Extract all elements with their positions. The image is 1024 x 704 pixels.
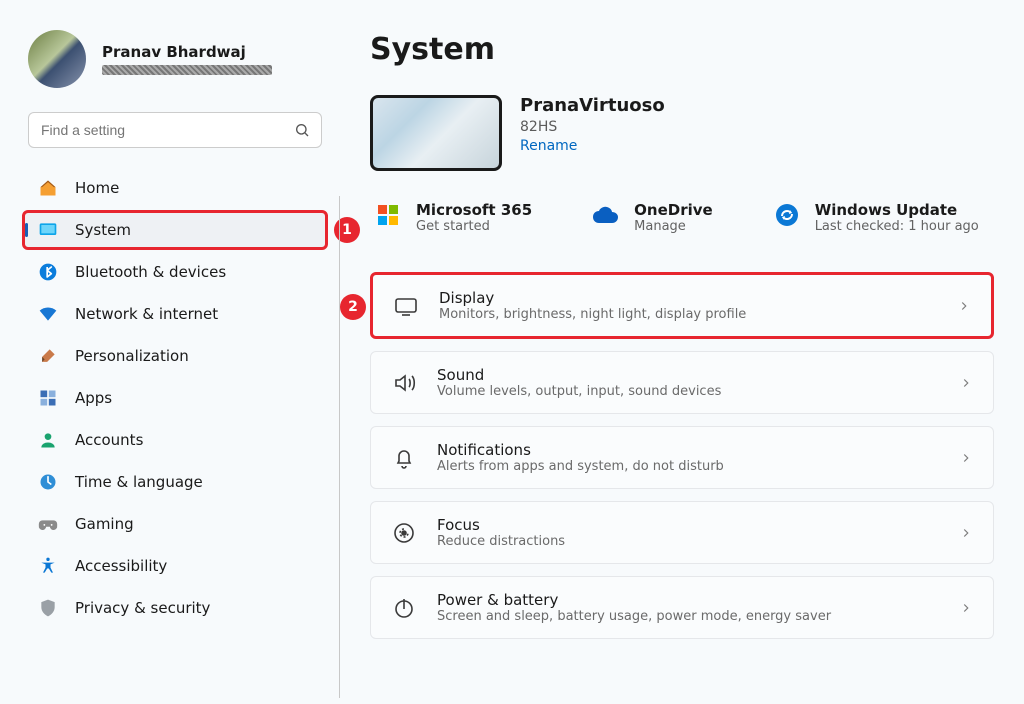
person-icon [37,429,59,451]
chevron-right-icon [959,601,973,615]
device-thumbnail [370,95,502,171]
bluetooth-icon [37,261,59,283]
sidebar-item-label: Accessibility [75,557,167,575]
annotation-badge-2: 2 [340,294,366,320]
summary-sub: Get started [416,219,532,234]
summary-title: OneDrive [634,201,713,219]
sidebar-item-network[interactable]: Network & internet [22,294,328,334]
summary-m365[interactable]: Microsoft 365 Get started [374,201,532,234]
sidebar-item-label: Privacy & security [75,599,210,617]
bell-icon [391,445,417,471]
card-display[interactable]: Display Monitors, brightness, night ligh… [370,272,994,339]
chevron-right-icon [957,299,971,313]
windows-update-icon [773,201,801,229]
device-info: PranaVirtuoso 82HS Rename [370,95,994,171]
sidebar-item-system[interactable]: System [22,210,328,250]
device-model: 82HS [520,119,665,135]
user-email-redacted [102,65,272,75]
sidebar-item-personalization[interactable]: Personalization [22,336,328,376]
user-profile[interactable]: Pranav Bhardwaj [22,24,328,112]
card-sub: Monitors, brightness, night light, displ… [439,307,937,322]
display-icon [393,293,419,319]
clock-globe-icon [37,471,59,493]
focus-icon [391,520,417,546]
sidebar-item-label: Network & internet [75,305,218,323]
sidebar-nav: Home System 1 Bluetooth & devices [22,168,328,628]
sidebar-item-label: System [75,221,131,239]
card-notifications[interactable]: Notifications Alerts from apps and syste… [370,426,994,489]
sidebar-item-label: Bluetooth & devices [75,263,226,281]
card-focus[interactable]: Focus Reduce distractions [370,501,994,564]
user-name: Pranav Bhardwaj [102,43,272,61]
rename-link[interactable]: Rename [520,138,665,154]
sidebar-item-label: Time & language [75,473,203,491]
summary-onedrive[interactable]: OneDrive Manage [592,201,713,234]
accessibility-icon [37,555,59,577]
card-title: Focus [437,516,939,534]
sidebar-item-gaming[interactable]: Gaming [22,504,328,544]
wifi-icon [37,303,59,325]
card-power[interactable]: Power & battery Screen and sleep, batter… [370,576,994,639]
search-icon [294,122,310,138]
system-icon [37,219,59,241]
avatar [28,30,86,88]
sidebar-item-label: Accounts [75,431,143,449]
summary-sub: Last checked: 1 hour ago [815,219,979,234]
summary-sub: Manage [634,219,713,234]
onedrive-icon [592,201,620,229]
search-input[interactable] [28,112,322,148]
gamepad-icon [37,513,59,535]
apps-icon [37,387,59,409]
sidebar-item-label: Apps [75,389,112,407]
sidebar-item-label: Personalization [75,347,189,365]
card-sound[interactable]: Sound Volume levels, output, input, soun… [370,351,994,414]
sidebar-item-bluetooth[interactable]: Bluetooth & devices [22,252,328,292]
microsoft365-icon [374,201,402,229]
card-title: Display [439,289,937,307]
card-title: Power & battery [437,591,939,609]
card-sub: Alerts from apps and system, do not dist… [437,459,939,474]
sidebar-item-apps[interactable]: Apps [22,378,328,418]
sound-icon [391,370,417,396]
sidebar-item-privacy[interactable]: Privacy & security [22,588,328,628]
sidebar-item-accessibility[interactable]: Accessibility [22,546,328,586]
shield-icon [37,597,59,619]
summary-update[interactable]: Windows Update Last checked: 1 hour ago [773,201,979,234]
sidebar-item-label: Home [75,179,119,197]
home-icon [37,177,59,199]
chevron-right-icon [959,526,973,540]
card-title: Sound [437,366,939,384]
sidebar-item-label: Gaming [75,515,134,533]
power-icon [391,595,417,621]
summary-title: Microsoft 365 [416,201,532,219]
chevron-right-icon [959,451,973,465]
sidebar-item-time[interactable]: Time & language [22,462,328,502]
card-sub: Volume levels, output, input, sound devi… [437,384,939,399]
page-title: System [370,32,994,67]
brush-icon [37,345,59,367]
card-sub: Screen and sleep, battery usage, power m… [437,609,939,624]
card-title: Notifications [437,441,939,459]
card-sub: Reduce distractions [437,534,939,549]
summary-title: Windows Update [815,201,979,219]
sidebar-item-accounts[interactable]: Accounts [22,420,328,460]
device-name: PranaVirtuoso [520,95,665,116]
sidebar-item-home[interactable]: Home [22,168,328,208]
chevron-right-icon [959,376,973,390]
